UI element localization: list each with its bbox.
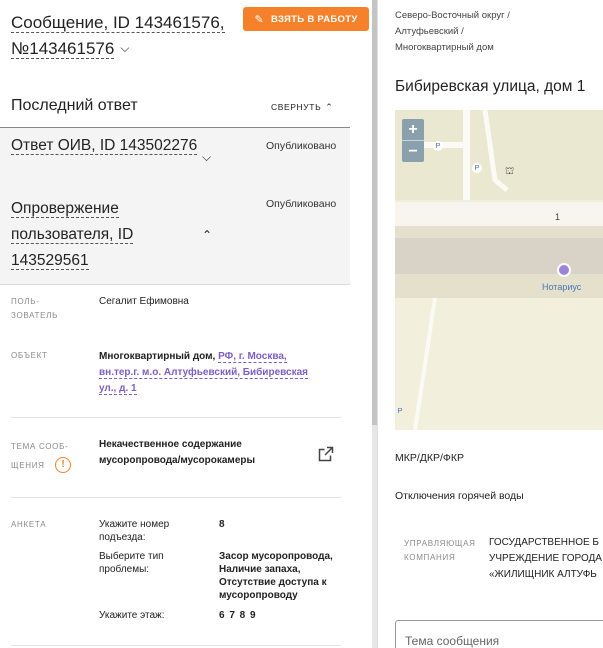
- poi-marker-icon[interactable]: [557, 263, 571, 277]
- breadcrumb-item[interactable]: Многоквартирный дом: [395, 40, 510, 56]
- message-panel: Сообщение, ID 143461576, №143461576 ⌵ ✎ В…: [0, 0, 372, 648]
- chevron-down-icon[interactable]: ⌵: [120, 35, 129, 61]
- warning-icon: !: [55, 457, 71, 473]
- breadcrumb: Северо-Восточный округ / Алтуфьевский / …: [395, 8, 510, 56]
- message-subject-field[interactable]: [395, 620, 603, 648]
- address-title: Бибиревская улица, дом 1: [395, 78, 586, 95]
- object-value: Многоквартирный дом, РФ, г. Москва, вн.т…: [99, 349, 309, 397]
- answer-item[interactable]: Ответ ОИВ, ID 143502276: [11, 136, 211, 156]
- zoom-out-button[interactable]: −: [402, 141, 424, 162]
- survey-question: Укажите номер подъезда:: [99, 519, 170, 543]
- user-value: Сегалит Ефимовна: [99, 296, 189, 307]
- answer-title[interactable]: Опровержение пользователя, ID 143529561: [11, 200, 134, 270]
- take-to-work-button[interactable]: ✎ ВЗЯТЬ В РАБОТУ: [243, 7, 369, 31]
- object-type: Многоквартирный дом,: [99, 351, 219, 362]
- user-label: ПОЛЬ- ЗОВАТЕЛЬ: [11, 297, 59, 320]
- external-link-icon[interactable]: [318, 446, 334, 467]
- message-title[interactable]: Сообщение, ID 143461576, №143461576 ⌵: [11, 10, 233, 63]
- hot-water-link[interactable]: Отключения горячей воды: [395, 490, 524, 502]
- answer-item[interactable]: Опровержение пользователя, ID 143529561: [11, 196, 201, 274]
- manager-value: ГОСУДАРСТВЕННОЕ Б УЧРЕЖДЕНИЕ ГОРОДА «ЖИЛ…: [489, 535, 602, 583]
- manager-line: «ЖИЛИЩНИК АЛТУФЬ: [489, 569, 597, 580]
- divider: [11, 417, 341, 418]
- survey-label: АНКЕТА: [11, 520, 47, 529]
- chevron-down-icon[interactable]: ⌵: [202, 150, 211, 165]
- last-answer-heading: Последний ответ: [11, 97, 138, 114]
- survey-question: Выберите тип проблемы:: [99, 551, 164, 575]
- pencil-icon: ✎: [254, 13, 264, 26]
- breadcrumb-item[interactable]: Алтуфьевский /: [395, 24, 510, 40]
- map-background: [395, 110, 603, 430]
- manager-line: УЧРЕЖДЕНИЕ ГОРОДА: [489, 553, 602, 564]
- parking-icon[interactable]: P: [395, 406, 405, 416]
- chevron-up-icon: ⌃: [325, 102, 334, 112]
- housing-type: МКР/ДКР/ФКР: [395, 452, 465, 464]
- answer-title[interactable]: Ответ ОИВ, ID 143502276: [11, 137, 198, 155]
- survey-answer: 8: [219, 519, 225, 530]
- survey-question: Укажите этаж:: [99, 610, 165, 621]
- collapse-label: СВЕРНУТЬ: [271, 102, 322, 112]
- topic-value: Некачественное содержание мусоропровода/…: [99, 439, 256, 466]
- answer-status: Опубликовано: [266, 140, 337, 152]
- map[interactable]: + − P P ⛫ 1 Нотариус P: [395, 110, 603, 430]
- manager-line: ГОСУДАРСТВЕННОЕ Б: [489, 537, 599, 548]
- divider: [11, 645, 341, 646]
- collapse-button[interactable]: СВЕРНУТЬ ⌃: [271, 102, 333, 113]
- chevron-up-icon[interactable]: ⌃: [202, 228, 212, 242]
- monument-icon[interactable]: ⛫: [505, 166, 514, 179]
- parking-icon[interactable]: P: [433, 141, 443, 151]
- divider: [0, 284, 350, 285]
- breadcrumb-item[interactable]: Северо-Восточный округ /: [395, 8, 510, 24]
- survey-answer: 6 7 8 9: [219, 610, 257, 621]
- divider: [11, 497, 341, 498]
- zoom-in-button[interactable]: +: [402, 119, 424, 140]
- address-panel: Северо-Восточный округ / Алтуфьевский / …: [378, 0, 603, 648]
- message-title-text[interactable]: Сообщение, ID 143461576, №143461576: [11, 13, 225, 59]
- message-subject-input[interactable]: [405, 634, 595, 648]
- manager-label: УПРАВЛЯЮЩАЯ КОМПАНИЯ: [404, 539, 476, 562]
- take-to-work-label: ВЗЯТЬ В РАБОТУ: [270, 13, 358, 25]
- poi-label[interactable]: Нотариус: [542, 282, 581, 292]
- road-number: 1: [555, 212, 561, 222]
- survey-answer: Засор мусоропровода, Наличие запаха, Отс…: [219, 551, 333, 601]
- object-label: ОБЪЕКТ: [11, 351, 48, 360]
- parking-icon[interactable]: P: [472, 163, 482, 173]
- zoom-controls: + −: [402, 119, 424, 162]
- answer-status: Опубликовано: [266, 198, 337, 210]
